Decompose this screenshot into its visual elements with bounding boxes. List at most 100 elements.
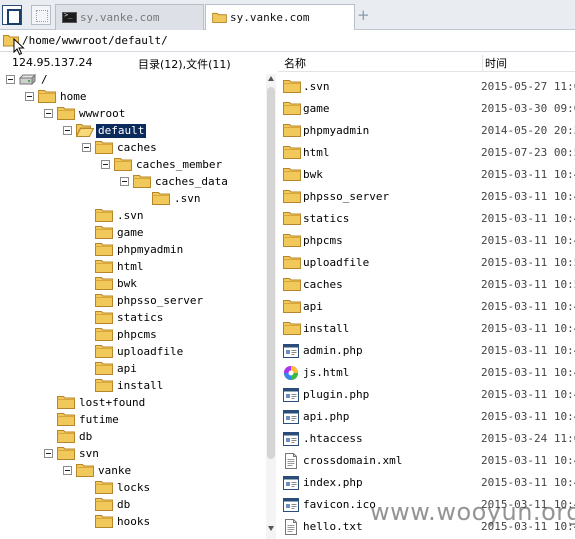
file-name: phpsso_server (303, 190, 390, 203)
file-row[interactable]: html 2015-07-23 00:59 (278, 142, 575, 164)
collapse-toggle-icon[interactable] (63, 126, 72, 135)
tree-item[interactable]: lost+found (0, 395, 264, 412)
php-file-icon (283, 387, 299, 406)
tree-item-label: default (96, 124, 147, 138)
tree-item[interactable]: hooks (0, 514, 264, 531)
file-row[interactable]: .svn 2015-05-27 11:06 (278, 76, 575, 98)
file-row[interactable]: bwk 2015-03-11 10:49 (278, 164, 575, 186)
collapse-toggle-icon[interactable] (63, 466, 72, 475)
tree-item[interactable]: default (0, 123, 264, 140)
file-row[interactable]: .htaccess 2015-03-24 11:05 (278, 428, 575, 450)
file-time: 2015-03-11 10:49 (481, 366, 575, 379)
file-row[interactable]: uploadfile 2015-03-11 10:52 (278, 252, 575, 274)
tree-item-label: lost+found (79, 396, 146, 409)
tree-item[interactable]: game (0, 225, 264, 242)
file-row[interactable]: api 2015-03-11 10:49 (278, 296, 575, 318)
tree-item[interactable]: html (0, 259, 264, 276)
tree-item-label: locks (117, 481, 151, 494)
tree-item-label: game (117, 226, 144, 239)
collapse-toggle-icon[interactable] (25, 92, 34, 101)
file-row[interactable]: phpsso_server 2015-03-11 10:49 (278, 186, 575, 208)
column-header-name[interactable]: 名称 (284, 55, 306, 71)
file-row[interactable]: api.php 2015-03-11 10:49 (278, 406, 575, 428)
tree-item[interactable]: db (0, 497, 264, 514)
tree-item[interactable]: futime (0, 412, 264, 429)
tree-item[interactable]: caches_member (0, 157, 264, 174)
scroll-down-icon[interactable] (268, 526, 274, 531)
file-row[interactable]: game 2015-03-30 09:01 (278, 98, 575, 120)
file-row[interactable]: index.php 2015-03-11 10:49 (278, 472, 575, 494)
tree-item[interactable]: home (0, 89, 264, 106)
tree-item[interactable]: vanke (0, 463, 264, 480)
tree-item[interactable]: caches_data (0, 174, 264, 191)
tree-item-label: caches_member (136, 158, 223, 171)
file-row[interactable]: caches 2015-03-11 10:56 (278, 274, 575, 296)
php-file-icon (283, 343, 299, 362)
tree-item[interactable]: install (0, 378, 264, 395)
file-name: api (303, 300, 323, 313)
tree-item[interactable]: phpmyadmin (0, 242, 264, 259)
new-window-button[interactable] (31, 5, 51, 25)
item-count: 目录(12),文件(11) (138, 58, 231, 71)
tree-item[interactable]: phpsso_server (0, 293, 264, 310)
file-row[interactable]: admin.php 2015-03-11 10:49 (278, 340, 575, 362)
file-name: .htaccess (303, 432, 363, 445)
collapse-toggle-icon[interactable] (82, 143, 91, 152)
file-row[interactable]: phpcms 2015-03-11 10:49 (278, 230, 575, 252)
file-name: statics (303, 212, 350, 225)
panel-toggle-button[interactable] (2, 5, 22, 25)
tree-item[interactable]: bwk (0, 276, 264, 293)
tree-item[interactable]: .svn (0, 208, 264, 225)
file-row[interactable]: js.html 2015-03-11 10:49 (278, 362, 575, 384)
folder-icon (283, 145, 301, 162)
tree-item[interactable]: / (0, 72, 264, 89)
tree-item[interactable]: phpcms (0, 327, 264, 344)
file-row[interactable]: statics 2015-03-11 10:49 (278, 208, 575, 230)
collapse-toggle-icon[interactable] (44, 109, 53, 118)
scroll-up-icon[interactable] (268, 76, 274, 81)
column-header-time[interactable]: 时间 (482, 55, 507, 71)
file-name: favicon.ico (303, 498, 376, 511)
path-bar[interactable]: /home/wwwroot/default/ (0, 30, 575, 52)
tree-item[interactable]: statics (0, 310, 264, 327)
collapse-toggle-icon[interactable] (120, 177, 129, 186)
file-row[interactable]: plugin.php 2015-03-11 10:49 (278, 384, 575, 406)
tree-scrollbar[interactable] (266, 74, 276, 539)
folder-icon (57, 395, 75, 412)
tree-item[interactable]: locks (0, 480, 264, 497)
tree-item-label: vanke (98, 464, 132, 477)
folder-icon (212, 12, 227, 23)
file-row[interactable]: phpmyadmin 2014-05-20 20:33 (278, 120, 575, 142)
folder-icon (95, 310, 113, 327)
tree-item[interactable]: caches (0, 140, 264, 157)
php-file-icon (283, 497, 299, 516)
directory-tree[interactable]: / home wwwroot default caches caches_memberca… (0, 72, 264, 539)
tree-item[interactable]: uploadfile (0, 344, 264, 361)
file-row[interactable]: install 2015-03-11 10:49 (278, 318, 575, 340)
file-row[interactable]: crossdomain.xml 2015-03-11 10:49 (278, 450, 575, 472)
tree-item[interactable]: api (0, 361, 264, 378)
file-time: 2015-03-11 10:56 (481, 278, 575, 291)
scrollbar-thumb[interactable] (267, 87, 275, 459)
tree-item[interactable]: svn (0, 446, 264, 463)
tree-item-label: wwwroot (79, 107, 126, 120)
collapse-toggle-icon[interactable] (44, 449, 53, 458)
tree-item[interactable]: .svn (0, 191, 264, 208)
tab-terminal[interactable]: sy.vanke.com (55, 4, 204, 30)
folder-icon (133, 174, 151, 191)
file-name: crossdomain.xml (303, 454, 403, 467)
file-time: 2014-05-20 20:33 (481, 124, 575, 137)
new-tab-button[interactable]: + (357, 6, 371, 24)
file-list[interactable]: .svn 2015-05-27 11:06 game 2015-03-30 09:01… (278, 76, 575, 539)
file-name: hello.txt (303, 520, 363, 533)
collapse-toggle-icon[interactable] (6, 75, 15, 84)
file-time: 2015-03-11 10:49 (481, 300, 575, 313)
path-input[interactable]: /home/wwwroot/default/ (22, 34, 168, 47)
collapse-toggle-icon[interactable] (101, 160, 110, 169)
file-time: 2015-03-11 10:52 (481, 256, 575, 269)
file-name: api.php (303, 410, 350, 423)
folder-icon (283, 299, 301, 316)
tree-item[interactable]: wwwroot (0, 106, 264, 123)
tab-file-manager[interactable]: sy.vanke.com (205, 4, 355, 31)
tree-item[interactable]: db (0, 429, 264, 446)
